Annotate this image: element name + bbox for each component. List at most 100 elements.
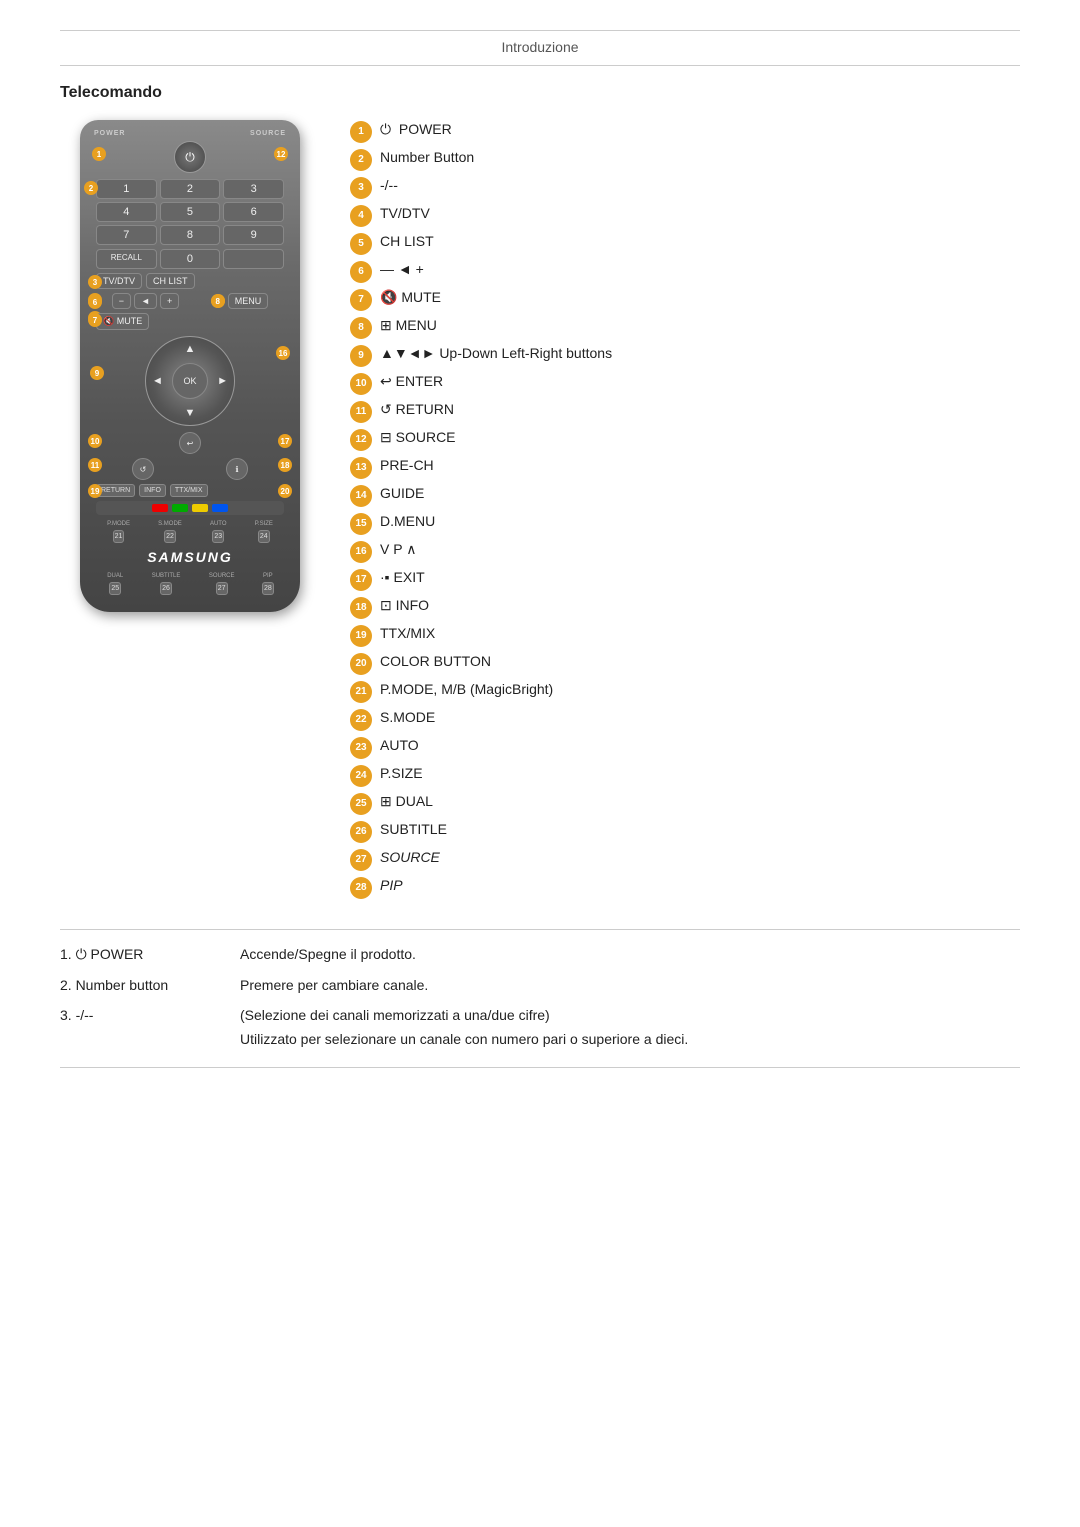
mute-row: 7 🔇 MUTE — [96, 313, 284, 330]
btn-return[interactable]: ↺ — [132, 458, 154, 480]
color-yellow[interactable] — [192, 504, 208, 512]
btn-pip[interactable]: 28 — [262, 582, 274, 595]
legend-item-18: 18 ⊡ INFO — [350, 596, 1020, 619]
legend-badge-19: 19 — [350, 625, 372, 647]
psize-group: P.SIZE 24 — [254, 519, 274, 543]
legend-item-28: 28 PIP — [350, 876, 1020, 899]
legend-text-1: ⏻ POWER — [380, 120, 452, 140]
legend-text-16: V P ∧ — [380, 540, 416, 560]
nav-ok[interactable]: OK — [172, 363, 208, 399]
btn-ttx[interactable]: TTX/MIX — [170, 484, 208, 497]
page-container: Introduzione Telecomando POWER SOURCE 1 … — [0, 0, 1080, 1098]
nav-up-arrow[interactable]: ▲ — [185, 343, 196, 355]
btn-tvdtv[interactable]: TV/DTV — [96, 273, 142, 289]
numpad-section: 2 1 2 3 4 5 6 7 8 9 — [90, 179, 290, 245]
tv-ch-btns: TV/DTV CH LIST — [96, 273, 284, 289]
desc-label-2: 2. Number button — [60, 977, 220, 993]
color-red[interactable] — [152, 504, 168, 512]
nav-down-arrow[interactable]: ▼ — [185, 407, 196, 419]
pip-group: PIP 28 — [262, 571, 274, 595]
btn-7[interactable]: 7 — [96, 225, 157, 245]
desc-value-3: (Selezione dei canali memorizzati a una/… — [240, 1007, 1020, 1047]
desc-value-3b: Utilizzato per selezionare un canale con… — [240, 1031, 1020, 1047]
btn-smode[interactable]: 22 — [164, 530, 176, 543]
btn-auto[interactable]: 23 — [212, 530, 224, 543]
legend-text-15: D.MENU — [380, 512, 435, 532]
color-bar-wrapper — [90, 501, 290, 515]
desc-row-2: 2. Number button Premere per cambiare ca… — [60, 977, 1020, 993]
legend-badge-16: 16 — [350, 541, 372, 563]
legend-item-24: 24 P.SIZE — [350, 764, 1020, 787]
legend-text-27: SOURCE — [380, 848, 440, 868]
legend-item-14: 14 GUIDE — [350, 484, 1020, 507]
legend-text-8: ⊞ MENU — [380, 316, 437, 336]
color-blue[interactable] — [212, 504, 228, 512]
rtx-row: 19 RETURN INFO TTX/MIX 20 — [96, 484, 284, 497]
legend-text-25: ⊞ DUAL — [380, 792, 433, 812]
power-button[interactable]: ⏻ — [174, 141, 206, 173]
desc-label-1: 1. ⏻ POWER — [60, 946, 220, 963]
btn-9[interactable]: 9 — [223, 225, 284, 245]
nav-circle: ▲ ▼ ◄ ► OK — [145, 336, 235, 426]
btn-3[interactable]: 3 — [223, 179, 284, 199]
legend-text-18: ⊡ INFO — [380, 596, 429, 616]
legend-badge-28: 28 — [350, 877, 372, 899]
pmode-group: P.MODE 21 — [106, 519, 131, 543]
btn-4[interactable]: 4 — [96, 202, 157, 222]
vol-minus[interactable]: − — [112, 293, 131, 309]
color-green[interactable] — [172, 504, 188, 512]
legend-text-22: S.MODE — [380, 708, 435, 728]
tvdtv-row: 3 4 5 TV/DTV CH LIST — [96, 273, 284, 289]
btn-8[interactable]: 8 — [160, 225, 221, 245]
legend-badge-6: 6 — [350, 261, 372, 283]
vol-plus[interactable]: + — [160, 293, 179, 309]
legend-badge-23: 23 — [350, 737, 372, 759]
legend-item-22: 22 S.MODE — [350, 708, 1020, 731]
btn-dual[interactable]: 25 — [109, 582, 121, 595]
btn-menu[interactable]: MENU — [228, 293, 269, 309]
legend-text-9: ▲▼◄► Up-Down Left-Right buttons — [380, 344, 612, 364]
nav-left-arrow[interactable]: ◄ — [152, 375, 163, 387]
legend-item-15: 15 D.MENU — [350, 512, 1020, 535]
btn-chlist[interactable]: CH LIST — [146, 273, 195, 289]
remote-control: POWER SOURCE 1 ⏻ 12 2 1 2 — [80, 120, 300, 612]
badge-1: 1 — [92, 147, 106, 161]
btn-enter[interactable]: ↩ — [179, 432, 201, 454]
auto-group: AUTO 23 — [209, 519, 228, 543]
btn-more[interactable] — [223, 249, 284, 269]
legend-text-5: CH LIST — [380, 232, 434, 252]
btn-2[interactable]: 2 — [160, 179, 221, 199]
nav-right-arrow[interactable]: ► — [217, 375, 228, 387]
btn-source[interactable]: 27 — [216, 582, 228, 595]
bottom-rule — [60, 65, 1020, 66]
desc-value-2: Premere per cambiare canale. — [240, 977, 1020, 993]
vol-mute[interactable]: ◄ — [134, 293, 157, 309]
btn-info2[interactable]: INFO — [139, 484, 166, 497]
btn-info[interactable]: ℹ — [226, 458, 248, 480]
badge-18: 18 — [278, 458, 292, 472]
btn-5[interactable]: 5 — [160, 202, 221, 222]
btn-recall[interactable]: RECALL — [96, 249, 157, 269]
remote-top-row: POWER SOURCE — [90, 130, 290, 137]
legend-text-3: -/-- — [380, 176, 398, 196]
dual-row: DUAL 25 SUBTITLE 26 SOURCE 27 PIP 28 — [94, 571, 286, 595]
btn-6[interactable]: 6 — [223, 202, 284, 222]
btn-source-lbl: SOURCE — [208, 571, 236, 581]
legend-text-14: GUIDE — [380, 484, 424, 504]
legend-item-11: 11 ↺ RETURN — [350, 400, 1020, 423]
legend-item-27: 27 SOURCE — [350, 848, 1020, 871]
legend-item-1: 1 ⏻ POWER — [350, 120, 1020, 143]
desc-value-1: Accende/Spegne il prodotto. — [240, 946, 1020, 963]
btn-subtitle[interactable]: 26 — [160, 582, 172, 595]
btn-1[interactable]: 1 — [96, 179, 157, 199]
legend-item-8: 8 ⊞ MENU — [350, 316, 1020, 339]
badge-17: 17 — [278, 434, 292, 448]
legend-badge-22: 22 — [350, 709, 372, 731]
btn-mute[interactable]: 🔇 MUTE — [96, 313, 149, 330]
btn-psize[interactable]: 24 — [258, 530, 270, 543]
btn-0[interactable]: 0 — [160, 249, 221, 269]
color-bar — [96, 501, 284, 515]
btn-pmode[interactable]: 21 — [113, 530, 125, 543]
top-rule — [60, 30, 1020, 31]
legend-text-12: ⊟ SOURCE — [380, 428, 456, 448]
